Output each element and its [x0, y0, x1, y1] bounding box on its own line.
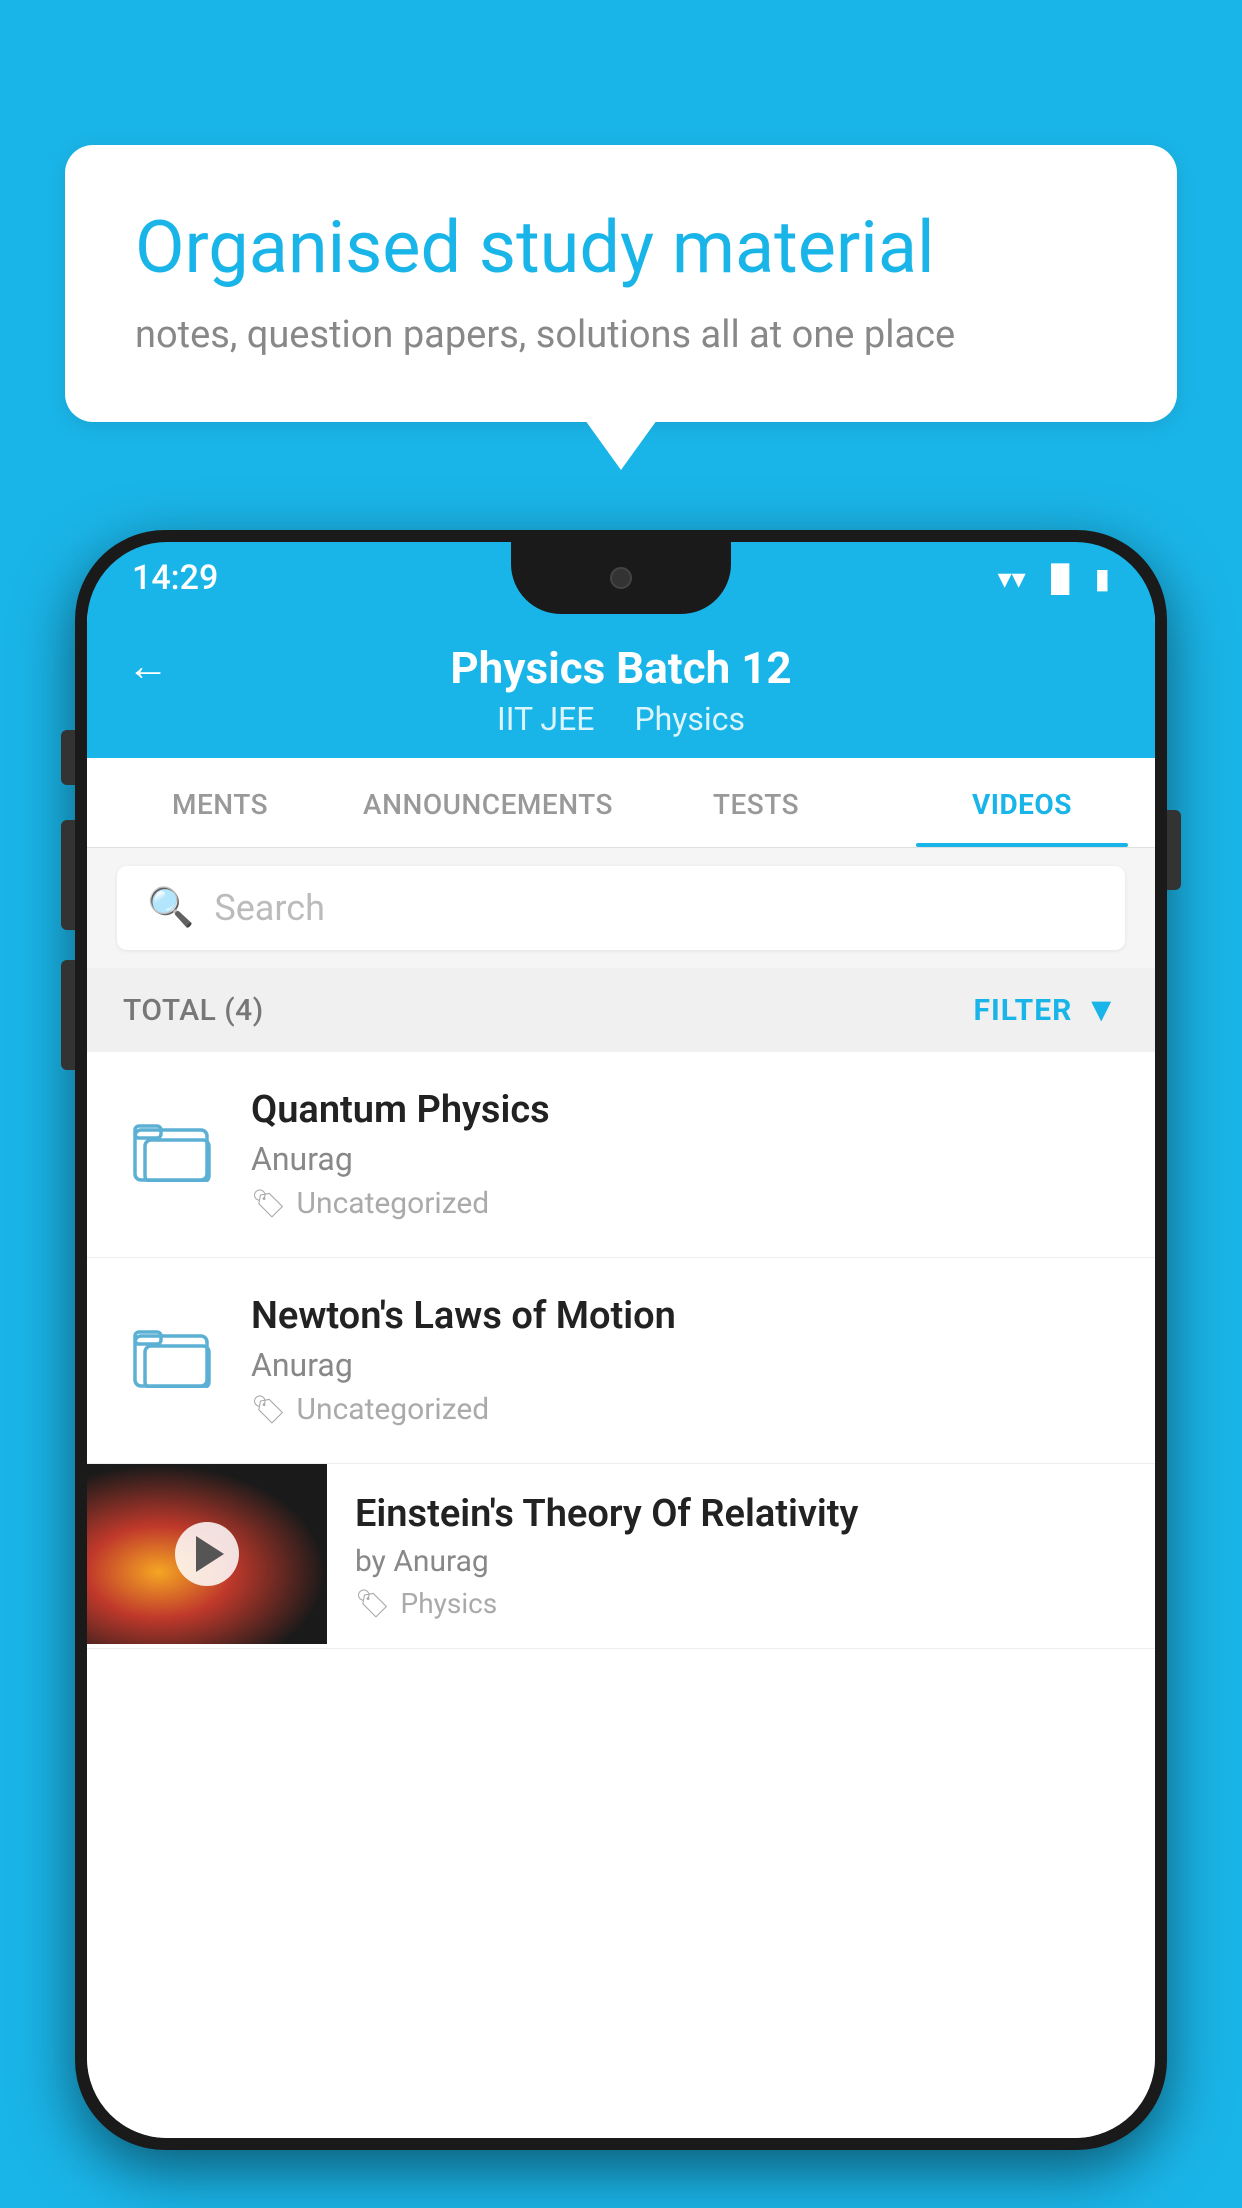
back-button[interactable]: ← — [127, 642, 169, 691]
search-input[interactable]: Search — [214, 887, 325, 929]
tag-label: Uncategorized — [297, 1186, 490, 1221]
thumb-info: Einstein's Theory Of Relativity by Anura… — [327, 1464, 1155, 1648]
item-author: by Anurag — [355, 1544, 1127, 1579]
tab-ments[interactable]: MENTS — [87, 758, 353, 847]
list-item[interactable]: Newton's Laws of Motion Anurag 🏷 Uncateg… — [87, 1258, 1155, 1464]
header-title: Physics Batch 12 — [450, 642, 791, 694]
status-icons: ▾▾ ▐▌ ▮ — [998, 562, 1110, 595]
item-title: Newton's Laws of Motion — [251, 1294, 1119, 1338]
tabs-bar: MENTS ANNOUNCEMENTS TESTS VIDEOS — [87, 758, 1155, 848]
signal-icon: ▐▌ — [1042, 563, 1079, 594]
wifi-icon: ▾▾ — [998, 562, 1026, 595]
item-author: Anurag — [251, 1140, 1119, 1178]
camera-dot — [610, 567, 632, 589]
tag-icon: 🏷 — [251, 1393, 287, 1426]
phone-wrapper: 14:29 ▾▾ ▐▌ ▮ ← Physics Batch 12 — [75, 530, 1167, 2208]
thumbnail-wrap — [87, 1464, 327, 1644]
item-icon-wrap — [123, 1094, 223, 1194]
filter-button[interactable]: FILTER ▼ — [974, 990, 1119, 1030]
item-icon-wrap — [123, 1300, 223, 1400]
item-title: Quantum Physics — [251, 1088, 1119, 1132]
item-tag: 🏷 Physics — [355, 1587, 1127, 1620]
header-breadcrumb: IIT JEE Physics — [497, 700, 745, 738]
content-list: Quantum Physics Anurag 🏷 Uncategorized — [87, 1052, 1155, 2138]
filter-icon: ▼ — [1084, 990, 1119, 1030]
side-button-left-3 — [61, 960, 75, 1070]
filter-row: TOTAL (4) FILTER ▼ — [87, 968, 1155, 1052]
status-bar: 14:29 ▾▾ ▐▌ ▮ — [87, 542, 1155, 614]
side-button-left-1 — [61, 730, 75, 785]
speech-bubble: Organised study material notes, question… — [65, 145, 1177, 422]
search-bar-wrapper: 🔍 Search — [87, 848, 1155, 968]
tab-videos[interactable]: VIDEOS — [889, 758, 1155, 847]
tag-label: Physics — [401, 1587, 498, 1620]
search-bar[interactable]: 🔍 Search — [117, 866, 1125, 950]
bubble-subtitle: notes, question papers, solutions all at… — [135, 313, 1107, 357]
play-button[interactable] — [175, 1522, 239, 1586]
item-info: Newton's Laws of Motion Anurag 🏷 Uncateg… — [251, 1294, 1119, 1427]
folder-icon — [133, 1112, 213, 1177]
item-tag: 🏷 Uncategorized — [251, 1392, 1119, 1427]
tab-announcements[interactable]: ANNOUNCEMENTS — [353, 758, 623, 847]
notch — [511, 542, 731, 614]
search-icon: 🔍 — [147, 886, 194, 930]
side-button-left-2 — [61, 820, 75, 930]
list-item-thumb[interactable]: Einstein's Theory Of Relativity by Anura… — [87, 1464, 1155, 1649]
battery-icon: ▮ — [1095, 562, 1110, 595]
item-author: Anurag — [251, 1346, 1119, 1384]
filter-label: FILTER — [974, 993, 1073, 1028]
item-tag: 🏷 Uncategorized — [251, 1186, 1119, 1221]
side-button-right — [1167, 810, 1181, 890]
breadcrumb-1: IIT JEE — [497, 700, 594, 738]
item-title: Einstein's Theory Of Relativity — [355, 1492, 1127, 1536]
list-item[interactable]: Quantum Physics Anurag 🏷 Uncategorized — [87, 1052, 1155, 1258]
tag-label: Uncategorized — [297, 1392, 490, 1427]
phone-inner: 14:29 ▾▾ ▐▌ ▮ ← Physics Batch 12 — [87, 542, 1155, 2138]
phone-screen: ← Physics Batch 12 IIT JEE Physics MENTS… — [87, 614, 1155, 2138]
phone-outer: 14:29 ▾▾ ▐▌ ▮ ← Physics Batch 12 — [75, 530, 1167, 2150]
tab-tests[interactable]: TESTS — [623, 758, 889, 847]
folder-icon — [133, 1318, 213, 1383]
tag-icon: 🏷 — [251, 1187, 287, 1220]
bubble-title: Organised study material — [135, 205, 1107, 291]
status-time: 14:29 — [132, 558, 218, 598]
item-info: Quantum Physics Anurag 🏷 Uncategorized — [251, 1088, 1119, 1221]
speech-bubble-wrapper: Organised study material notes, question… — [65, 145, 1177, 422]
play-triangle-icon — [196, 1536, 224, 1572]
tag-icon: 🏷 — [355, 1587, 391, 1620]
total-label: TOTAL (4) — [123, 993, 264, 1028]
breadcrumb-2: Physics — [634, 700, 745, 738]
app-header: ← Physics Batch 12 IIT JEE Physics — [87, 614, 1155, 758]
